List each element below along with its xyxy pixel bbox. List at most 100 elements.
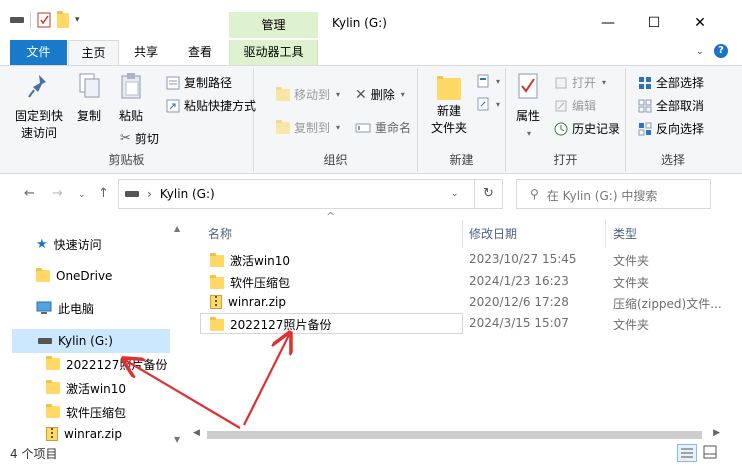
file-date: 2020/12/6 17:28: [469, 295, 569, 309]
file-name: 2022127照片备份: [230, 318, 332, 332]
forward-arrow-icon[interactable]: →: [52, 186, 63, 201]
address-bar[interactable]: › Kylin (G:) ⌄: [118, 179, 475, 209]
new-item-button[interactable]: ▾: [476, 74, 500, 88]
maximize-button[interactable]: ☐: [636, 12, 672, 34]
cut-label: 剪切: [134, 132, 159, 146]
refresh-button[interactable]: ↻: [475, 179, 503, 209]
status-item-count: 4 个项目: [10, 447, 58, 461]
easy-access-button[interactable]: ▾: [476, 97, 500, 111]
close-button[interactable]: ✕: [682, 12, 718, 34]
annotation-arrow-to-file: [243, 335, 289, 426]
paste-shortcut-button[interactable]: 粘贴快捷方式: [166, 97, 256, 114]
file-type: 文件夹: [613, 276, 650, 290]
new-folder-icon[interactable]: [57, 10, 69, 28]
scroll-right-icon[interactable]: ▶: [713, 428, 720, 438]
chevron-down-icon[interactable]: ⌄: [696, 46, 704, 57]
group-new: 新建 文件夹 ▾ ▾ 新建: [418, 68, 506, 172]
paste-button[interactable]: 粘贴: [114, 72, 148, 125]
nav-drive-selected[interactable]: Kylin (G:): [12, 329, 170, 353]
nav-child-label: winrar.zip: [64, 427, 122, 441]
chevron-down-icon: ▾: [400, 90, 405, 99]
tab-share[interactable]: 共享: [121, 40, 171, 65]
computer-icon: [36, 301, 52, 314]
view-switcher: [677, 444, 721, 462]
chevron-down-icon[interactable]: ⌄: [451, 189, 459, 199]
properties-button[interactable]: 属性 ▾: [512, 72, 544, 142]
file-name: 软件压缩包: [230, 276, 291, 290]
group-new-label: 新建: [449, 153, 474, 167]
file-list-scrollbar[interactable]: ◀ ▶: [189, 428, 724, 442]
history-button[interactable]: 历史记录: [554, 120, 620, 137]
paste-label: 粘贴: [118, 109, 143, 123]
nav-pane-scrollbar[interactable]: ▲ ▼: [171, 222, 187, 444]
divider[interactable]: [462, 220, 463, 248]
file-row[interactable]: 2022127照片备份 2024/3/15 15:07 文件夹: [200, 313, 720, 334]
tab-file[interactable]: 文件: [10, 40, 67, 65]
column-type[interactable]: 类型: [613, 225, 637, 242]
window-title: Kylin (G:): [332, 16, 387, 30]
scroll-up-icon[interactable]: ▲: [174, 224, 180, 233]
file-type: 压缩(zipped)文件...: [613, 297, 722, 311]
copy-button[interactable]: 复制: [72, 72, 106, 125]
file-row[interactable]: 激活win10 2023/10/27 15:45 文件夹: [200, 249, 720, 270]
select-all-button[interactable]: 全部选择: [638, 74, 704, 91]
properties-label: 属性: [515, 109, 540, 123]
group-clipboard-label: 剪贴板: [108, 153, 145, 167]
scroll-down-icon[interactable]: ▼: [174, 435, 180, 444]
breadcrumb-drive[interactable]: Kylin (G:): [160, 187, 215, 201]
tab-drive-tools[interactable]: 驱动器工具: [229, 40, 318, 65]
chevron-down-icon: ▾: [526, 129, 531, 138]
large-icons-view-button[interactable]: [701, 444, 721, 462]
invert-selection-button[interactable]: 反向选择: [638, 120, 704, 137]
move-to-button[interactable]: 移动到 ▾: [276, 86, 340, 103]
group-clipboard: 固定到快 速访问 复制 粘贴 复制路径 粘贴快捷方式 ✂ 剪切 剪贴板: [0, 68, 256, 172]
open-button[interactable]: 打开 ▾: [554, 74, 606, 91]
column-date[interactable]: 修改日期: [469, 225, 517, 242]
divider[interactable]: [605, 220, 606, 248]
delete-button[interactable]: ✕ 删除 ▾: [355, 86, 405, 103]
scroll-left-icon[interactable]: ◀: [193, 428, 200, 438]
invert-selection-label: 反向选择: [656, 122, 705, 136]
recent-locations-icon[interactable]: ⌄: [78, 190, 86, 200]
drive-icon: [10, 17, 24, 23]
properties-check-icon[interactable]: [37, 12, 51, 28]
select-all-label: 全部选择: [656, 76, 705, 90]
breadcrumb-chevron-icon[interactable]: ›: [147, 187, 152, 201]
edit-button[interactable]: 编辑: [554, 97, 596, 114]
cut-button[interactable]: ✂ 剪切: [120, 130, 159, 147]
select-none-button[interactable]: 全部取消: [638, 97, 704, 114]
details-view-button[interactable]: [677, 444, 697, 462]
file-date: 2023/10/27 15:45: [469, 252, 577, 266]
rename-button[interactable]: 重命名: [355, 119, 411, 136]
tab-home[interactable]: 主页: [68, 40, 119, 66]
details-view-icon: [681, 448, 693, 458]
title-bar: ▾ 管理 Kylin (G:) — ☐ ✕: [0, 0, 742, 40]
up-arrow-icon[interactable]: ↑: [98, 186, 109, 201]
scrollbar-thumb[interactable]: [207, 431, 702, 439]
nav-drive-label: Kylin (G:): [58, 334, 113, 348]
explorer-window: ▾ 管理 Kylin (G:) — ☐ ✕ 文件 主页 共享 查看 驱动器工具 …: [0, 0, 742, 475]
copy-path-button[interactable]: 复制路径: [166, 74, 232, 91]
back-arrow-icon[interactable]: ←: [24, 186, 35, 201]
search-icon: ⚲: [530, 187, 539, 201]
minimize-button[interactable]: —: [590, 12, 626, 34]
pin-quick-access-button[interactable]: 固定到快 速访问: [12, 72, 66, 142]
nav-onedrive-label: OneDrive: [56, 269, 113, 283]
file-row[interactable]: 软件压缩包 2024/1/23 16:23 文件夹: [200, 271, 720, 292]
select-none-label: 全部取消: [656, 99, 705, 113]
customize-qat-icon[interactable]: ▾: [75, 15, 80, 25]
file-name-cell: 激活win10: [210, 252, 290, 269]
column-name[interactable]: 名称: [208, 225, 232, 242]
new-folder-button[interactable]: 新建 文件夹: [424, 72, 474, 137]
zip-icon: [46, 427, 58, 441]
divider: [30, 12, 31, 28]
rename-icon: [355, 123, 371, 132]
copy-icon: [79, 73, 100, 98]
paste-shortcut-label: 粘贴快捷方式: [184, 99, 257, 113]
file-row[interactable]: winrar.zip 2020/12/6 17:28 压缩(zipped)文件.…: [200, 292, 722, 313]
search-box[interactable]: ⚲ 在 Kylin (G:) 中搜索: [516, 179, 711, 209]
tab-view[interactable]: 查看: [174, 40, 226, 65]
copy-to-button[interactable]: 复制到 ▾: [276, 119, 340, 136]
help-icon[interactable]: ?: [714, 44, 728, 58]
sort-ascending-icon: ^: [326, 210, 336, 223]
